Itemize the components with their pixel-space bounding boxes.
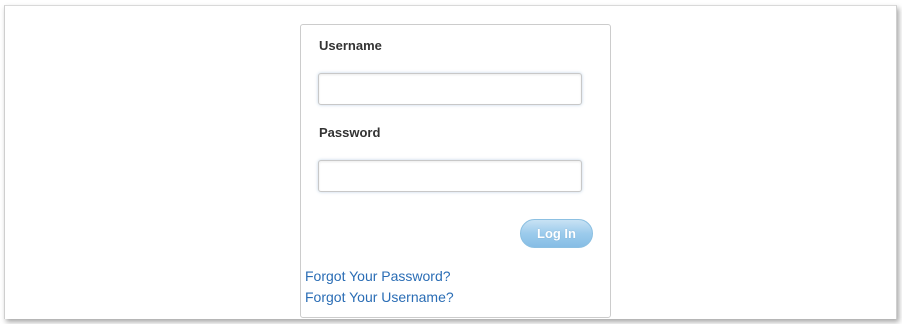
page-frame: Username Password Log In Forgot Your Pas…	[4, 5, 897, 319]
forgot-password-link[interactable]: Forgot Your Password?	[305, 267, 451, 285]
password-input[interactable]	[318, 160, 582, 192]
username-label: Username	[319, 38, 382, 53]
forgot-username-link[interactable]: Forgot Your Username?	[305, 288, 454, 306]
log-in-button[interactable]: Log In	[520, 219, 593, 248]
username-input[interactable]	[318, 73, 582, 105]
password-label: Password	[319, 125, 381, 140]
login-panel: Username Password Log In Forgot Your Pas…	[300, 24, 611, 318]
